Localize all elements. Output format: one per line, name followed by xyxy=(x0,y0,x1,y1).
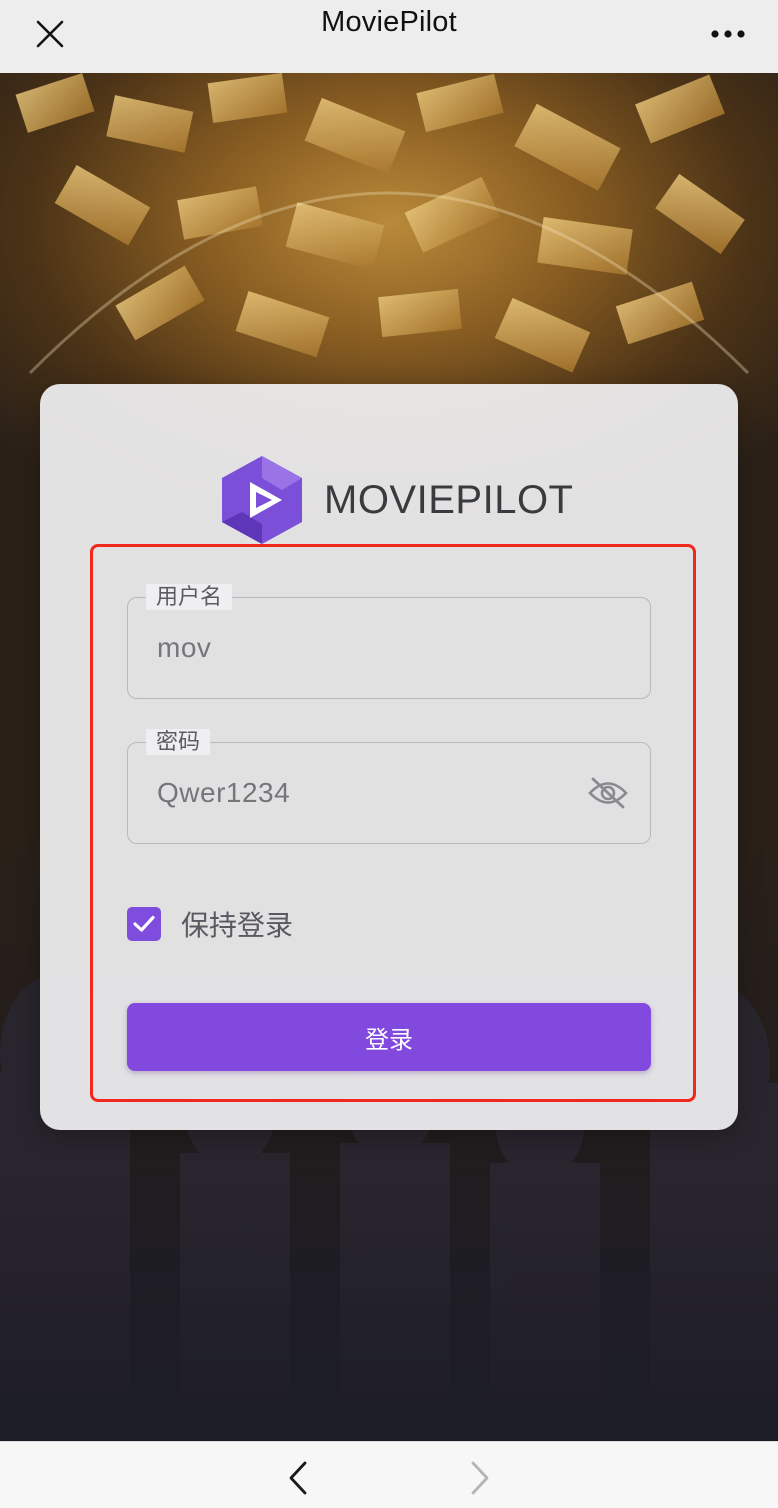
keep-logged-in-option[interactable]: 保持登录 xyxy=(127,904,293,944)
password-input[interactable]: Qwer1234 xyxy=(157,777,290,809)
screen: MoviePilot MOVIEPILOT 用户名 mov 密码 Qwer123… xyxy=(0,0,778,1508)
login-button[interactable]: 登录 xyxy=(127,1003,651,1071)
password-field[interactable]: 密码 Qwer1234 xyxy=(127,729,651,844)
eye-off-icon xyxy=(588,777,628,809)
brand-logo: MOVIEPILOT xyxy=(216,452,574,548)
bottom-navigation-bar xyxy=(0,1441,778,1508)
moviepilot-logo-icon xyxy=(222,456,302,544)
checkmark-icon xyxy=(133,915,155,932)
back-button[interactable] xyxy=(276,1456,320,1500)
password-label: 密码 xyxy=(146,729,211,755)
username-input[interactable]: mov xyxy=(157,632,211,664)
chevron-right-icon xyxy=(471,1461,489,1495)
username-field[interactable]: 用户名 mov xyxy=(127,584,651,699)
page-title: MoviePilot xyxy=(321,6,457,38)
top-bar: MoviePilot xyxy=(0,0,778,73)
toggle-password-visibility-button[interactable] xyxy=(584,771,632,815)
more-options-button[interactable] xyxy=(704,12,752,56)
keep-logged-in-checkbox[interactable] xyxy=(127,907,161,941)
forward-button[interactable] xyxy=(458,1456,502,1500)
keep-logged-in-label: 保持登录 xyxy=(181,910,294,941)
more-dots-icon xyxy=(711,30,745,38)
brand-name: MOVIEPILOT xyxy=(324,477,574,522)
login-card: MOVIEPILOT 用户名 mov 密码 Qwer1234 保持登录 登录 xyxy=(40,384,738,1130)
username-label: 用户名 xyxy=(146,584,233,610)
chevron-left-icon xyxy=(289,1461,307,1495)
